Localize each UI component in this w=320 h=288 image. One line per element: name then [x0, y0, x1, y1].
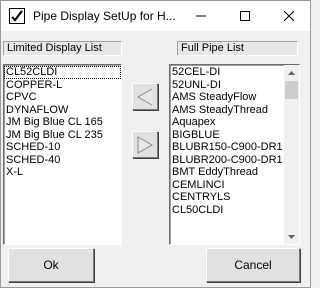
chevron-up-icon — [288, 70, 295, 75]
limited-list-caption: Limited Display List — [3, 41, 122, 56]
list-item[interactable]: BLUBR150-C900-DR1 — [170, 141, 284, 154]
list-item[interactable]: AMS SteadyFlow — [170, 91, 284, 104]
list-item[interactable]: DYNAFLOW — [4, 104, 121, 117]
arrow-right-icon — [137, 135, 154, 154]
app-icon — [9, 8, 25, 24]
list-item[interactable]: 52CEL-DI — [170, 66, 284, 79]
dialog-body: Limited Display List Full Pipe List CL52… — [1, 31, 310, 287]
list-item[interactable]: CL52CLDI — [4, 66, 121, 79]
arrow-left-icon — [136, 88, 153, 105]
list-item[interactable]: CL50CLDI — [170, 204, 284, 217]
cancel-button[interactable]: Cancel — [206, 248, 300, 282]
list-item[interactable]: X-L — [4, 166, 121, 179]
full-list-scrollbar[interactable] — [284, 65, 299, 244]
list-item[interactable]: CEMLINCI — [170, 179, 284, 192]
move-right-button[interactable] — [132, 131, 158, 158]
list-item[interactable]: Aquapex — [170, 116, 284, 129]
list-item[interactable]: JM Big Blue CL 235 — [4, 129, 121, 142]
list-item[interactable]: JM Big Blue CL 165 — [4, 116, 121, 129]
list-item[interactable]: 52UNL-DI — [170, 79, 284, 92]
ok-button[interactable]: Ok — [8, 248, 94, 282]
maximize-button[interactable] — [227, 1, 263, 31]
limited-display-list[interactable]: CL52CLDI COPPER-L CPVC DYNAFLOW JM Big Blue … — [3, 64, 122, 245]
full-list-items: 52CEL-DI 52UNL-DI AMS SteadyFlow AMS Steady… — [170, 65, 284, 216]
window-title: Pipe Display SetUp for H... — [33, 9, 176, 23]
close-button[interactable] — [271, 1, 307, 31]
list-item[interactable]: AMS SteadyThread — [170, 104, 284, 117]
list-item[interactable]: CENTRYLS — [170, 191, 284, 204]
move-left-button[interactable] — [132, 83, 158, 110]
minimize-button[interactable] — [183, 1, 219, 31]
full-list-caption: Full Pipe List — [177, 41, 298, 56]
pipe-display-setup-dialog: Pipe Display SetUp for H... Limited Disp… — [0, 0, 311, 288]
limited-list-items: CL52CLDI COPPER-L CPVC DYNAFLOW JM Big Blue … — [4, 65, 121, 179]
chevron-down-icon — [288, 234, 295, 239]
scroll-down-button[interactable] — [284, 229, 299, 244]
list-item[interactable]: SCHED-40 — [4, 154, 121, 167]
close-icon — [284, 11, 294, 21]
list-item[interactable]: BLUBR200-C900-DR1 — [170, 154, 284, 167]
list-item[interactable]: BMT EddyThread — [170, 166, 284, 179]
list-item[interactable]: SCHED-10 — [4, 141, 121, 154]
minimize-icon — [196, 15, 206, 17]
full-pipe-list[interactable]: 52CEL-DI 52UNL-DI AMS SteadyFlow AMS Steady… — [169, 64, 300, 245]
list-item[interactable]: CPVC — [4, 91, 121, 104]
list-item[interactable]: BIGBLUE — [170, 129, 284, 142]
maximize-icon — [240, 11, 250, 21]
scroll-thumb[interactable] — [285, 81, 298, 99]
scroll-up-button[interactable] — [284, 65, 299, 80]
list-item[interactable]: COPPER-L — [4, 79, 121, 92]
title-bar: Pipe Display SetUp for H... — [1, 1, 310, 31]
